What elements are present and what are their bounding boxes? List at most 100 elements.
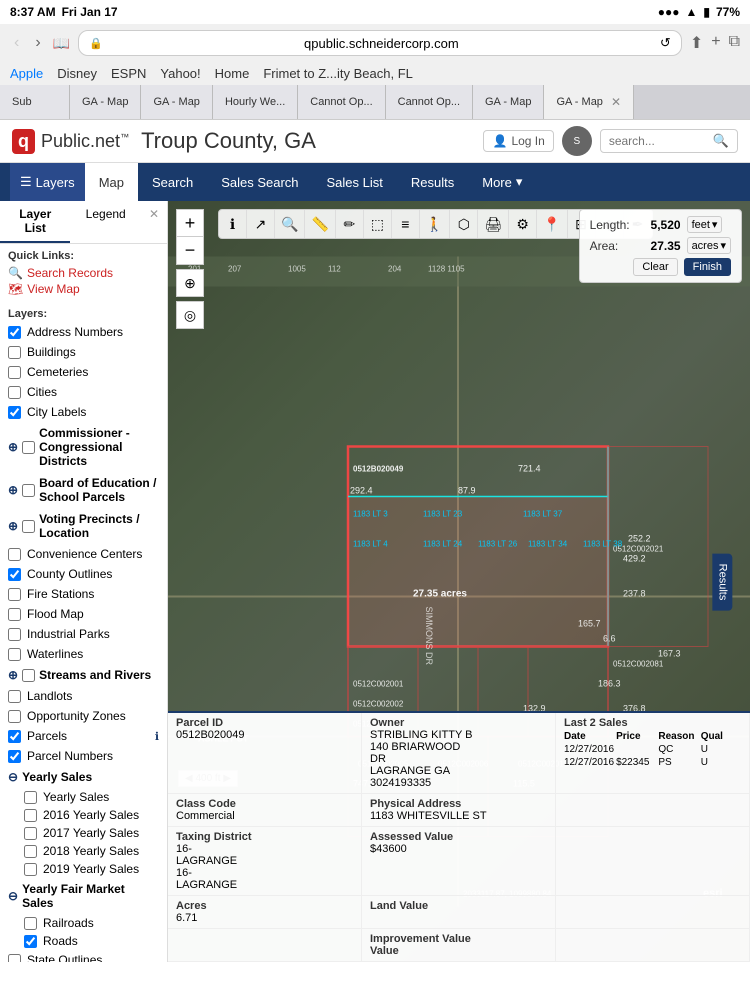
toolbar-measure-btn[interactable]: 📏 [305,210,335,238]
layer-city-labels[interactable]: City Labels [0,402,167,422]
length-unit-selector[interactable]: feet ▾ [687,216,723,233]
sublayer-2018-checkbox[interactable] [24,845,37,858]
layer-group-commissioner[interactable]: ⊕ Commissioner - Congressional Districts [0,422,167,472]
results-tab[interactable]: Results [713,553,733,610]
bookmark-home[interactable]: Home [215,66,250,81]
tab-cannot2[interactable]: Cannot Op... [386,85,473,119]
layer-landlots[interactable]: Landlots [0,686,167,706]
layer-waterlines-checkbox[interactable] [8,648,21,661]
layer-yearly-sales-header[interactable]: ⊖ Yearly Sales [8,768,159,786]
sublayer-roads[interactable]: Roads [0,932,167,950]
add-tab-icon[interactable]: + [711,33,720,53]
sidebar-tab-layer-list[interactable]: Layer List [0,201,70,243]
layer-industrial[interactable]: Industrial Parks [0,624,167,644]
sign-in-button[interactable]: 👤 Log In [483,130,553,152]
zoom-out-button[interactable]: − [176,237,204,265]
nav-search[interactable]: Search [138,163,207,201]
sublayer-2019-checkbox[interactable] [24,863,37,876]
layer-state-outlines-checkbox[interactable] [8,954,21,963]
toolbar-streetview-btn[interactable]: 🚶 [420,210,450,238]
sublayer-yearly-sales[interactable]: Yearly Sales [0,788,167,806]
toolbar-layers-btn[interactable]: ≡ [392,210,420,238]
tab-ga2[interactable]: GA - Map [141,85,212,119]
sublayer-2018[interactable]: 2018 Yearly Sales [0,842,167,860]
layer-parcels-checkbox[interactable] [8,730,21,743]
layer-fair-market-header[interactable]: ⊖ Yearly Fair Market Sales [8,880,159,912]
layer-industrial-checkbox[interactable] [8,628,21,641]
location-button[interactable]: ◎ [176,301,204,329]
layer-flood-map[interactable]: Flood Map [0,604,167,624]
layer-flood-map-checkbox[interactable] [8,608,21,621]
url-bar[interactable]: 🔒 qpublic.schneidercorp.com ↺ [78,30,682,56]
tab-cannot1[interactable]: Cannot Op... [298,85,385,119]
layer-landlots-checkbox[interactable] [8,690,21,703]
tab-close-icon[interactable]: ✕ [611,95,621,109]
layer-address-numbers[interactable]: Address Numbers [0,322,167,342]
toolbar-print-btn[interactable]: 🖨 [478,210,509,238]
bookmark-espn[interactable]: ESPN [111,66,146,81]
sublayer-railroads[interactable]: Railroads [0,914,167,932]
reader-icon[interactable]: 📖 [53,35,70,52]
layer-buildings-checkbox[interactable] [8,346,21,359]
back-button[interactable]: ‹ [10,32,23,54]
layer-board-header[interactable]: ⊕ Board of Education / School Parcels [8,474,159,506]
bookmark-apple[interactable]: Apple [10,66,43,81]
clear-button[interactable]: Clear [633,258,677,276]
layer-county-outlines-checkbox[interactable] [8,568,21,581]
layer-opportunity-checkbox[interactable] [8,710,21,723]
search-input[interactable] [609,134,709,148]
layer-group-streams[interactable]: ⊕ Streams and Rivers [0,664,167,686]
layer-county-outlines[interactable]: County Outlines [0,564,167,584]
layer-convenience[interactable]: Convenience Centers [0,544,167,564]
layer-address-numbers-checkbox[interactable] [8,326,21,339]
tabs-icon[interactable]: ⧉ [729,33,740,53]
layer-commissioner-checkbox[interactable] [22,441,35,454]
view-map-link[interactable]: 🗺 View Map [8,282,159,296]
toolbar-polygon-btn[interactable]: ⬡ [450,210,478,238]
nav-sales-search[interactable]: Sales Search [207,163,312,201]
sublayer-2016-checkbox[interactable] [24,809,37,822]
layer-cities[interactable]: Cities [0,382,167,402]
toolbar-settings-btn[interactable]: ⚙ [509,210,537,238]
layer-board-checkbox[interactable] [22,484,35,497]
layer-streams-checkbox[interactable] [22,669,35,682]
sidebar-tab-legend[interactable]: Legend [70,201,140,243]
layer-group-voting[interactable]: ⊕ Voting Precincts / Location [0,508,167,544]
sublayer-roads-checkbox[interactable] [24,935,37,948]
sublayer-2019[interactable]: 2019 Yearly Sales [0,860,167,878]
layer-waterlines[interactable]: Waterlines [0,644,167,664]
layer-cities-checkbox[interactable] [8,386,21,399]
parcels-info-icon[interactable]: ℹ [155,730,159,743]
layer-group-yearly-sales[interactable]: ⊖ Yearly Sales [0,766,167,788]
layer-parcels[interactable]: Parcels ℹ [0,726,167,746]
layer-commissioner-header[interactable]: ⊕ Commissioner - Congressional Districts [8,424,159,470]
nav-sales-list[interactable]: Sales List [313,163,397,201]
sublayer-2017-checkbox[interactable] [24,827,37,840]
tab-sub[interactable]: Sub [0,85,70,119]
layer-voting-header[interactable]: ⊕ Voting Precincts / Location [8,510,159,542]
layer-streams-header[interactable]: ⊕ Streams and Rivers [8,666,159,684]
layer-convenience-checkbox[interactable] [8,548,21,561]
layer-voting-checkbox[interactable] [22,520,35,533]
bookmark-disney[interactable]: Disney [57,66,97,81]
layer-parcel-numbers[interactable]: Parcel Numbers [0,746,167,766]
tab-hourly[interactable]: Hourly We... [213,85,298,119]
bookmark-yahoo[interactable]: Yahoo! [160,66,200,81]
layer-group-fair-market[interactable]: ⊖ Yearly Fair Market Sales [0,878,167,914]
bookmark-frimet[interactable]: Frimet to Z...ity Beach, FL [263,66,413,81]
finish-button[interactable]: Finish [684,258,731,276]
search-box[interactable]: 🔍 [600,129,738,153]
layer-group-board[interactable]: ⊕ Board of Education / School Parcels [0,472,167,508]
tab-ga4[interactable]: GA - Map ✕ [544,85,634,119]
sidebar-close-icon[interactable]: ✕ [141,201,167,243]
nav-results[interactable]: Results [397,163,468,201]
layer-city-labels-checkbox[interactable] [8,406,21,419]
search-icon[interactable]: 🔍 [713,133,729,149]
layer-fire-stations-checkbox[interactable] [8,588,21,601]
layer-cemeteries[interactable]: Cemeteries [0,362,167,382]
area-unit-selector[interactable]: acres ▾ [687,237,731,254]
layer-fire-stations[interactable]: Fire Stations [0,584,167,604]
toolbar-draw-btn[interactable]: ✏ [336,210,364,238]
sublayer-railroads-checkbox[interactable] [24,917,37,930]
nav-map[interactable]: Map [85,163,138,201]
